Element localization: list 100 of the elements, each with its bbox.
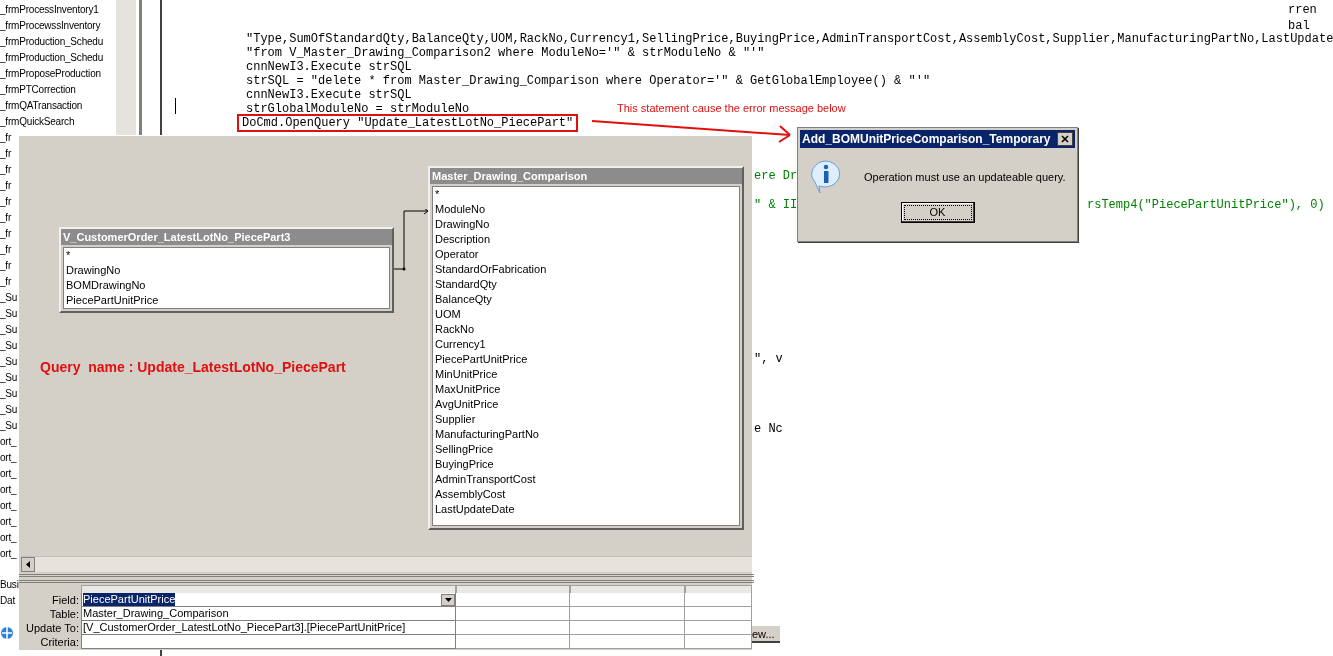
list-item[interactable]: _Su: [0, 418, 18, 434]
field-item[interactable]: BOMDrawingNo: [64, 278, 148, 293]
list-item[interactable]: _Su: [0, 402, 18, 418]
grid-cell[interactable]: [456, 621, 570, 635]
grid-cell[interactable]: [456, 607, 570, 621]
grid-cell[interactable]: [685, 635, 752, 649]
grid-cell[interactable]: Master_Drawing_Comparison: [81, 607, 456, 621]
join-line: [394, 209, 430, 271]
list-item[interactable]: ort_: [0, 482, 17, 498]
field-item[interactable]: PiecePartUnitPrice: [433, 352, 530, 367]
row-label: Field:: [51, 593, 79, 607]
field-item[interactable]: StandardQty: [433, 277, 499, 292]
list-item[interactable]: _Su: [0, 306, 18, 322]
list-item[interactable]: _fr: [0, 258, 12, 274]
code-text: rren: [1288, 3, 1317, 17]
list-item[interactable]: _frmProposeProduction: [0, 66, 101, 82]
list-item[interactable]: _frmProduction_Schedu: [0, 34, 104, 50]
code-line: "Type,SumOfStandardQty,BalanceQty,UOM,RackNo,Currency1,SellingPrice,BuyingPrice,AdminTransportCost,AssemblyCost,Supplier,ManufacturingPartNo,LastUpdate: [246, 32, 1333, 46]
list-item[interactable]: _frmProcewssInventory: [0, 18, 101, 34]
list-item[interactable]: _Su: [0, 338, 18, 354]
field-item[interactable]: *: [64, 248, 73, 263]
grid-cell[interactable]: [456, 593, 570, 607]
scrollbar[interactable]: [116, 0, 136, 135]
code-text: ere Dr: [754, 169, 798, 183]
list-item[interactable]: _Su: [0, 290, 18, 306]
list-item[interactable]: _Su: [0, 386, 18, 402]
field-item[interactable]: SellingPrice: [433, 442, 496, 457]
list-item[interactable]: _frmQATransaction: [0, 98, 83, 114]
grid-cell[interactable]: [456, 635, 570, 649]
list-item[interactable]: _fr: [0, 130, 12, 146]
grid-cell[interactable]: PiecePartUnitPrice: [81, 593, 456, 607]
field-item[interactable]: MinUnitPrice: [433, 367, 500, 382]
grid-cell[interactable]: [570, 607, 685, 621]
field-item[interactable]: DrawingNo: [64, 263, 123, 278]
field-item[interactable]: *: [433, 187, 442, 202]
dropdown-button[interactable]: [441, 593, 455, 606]
query-name-label: Query name : Update_LatestLotNo_PiecePart: [40, 358, 346, 377]
ok-button[interactable]: OK: [900, 202, 975, 223]
close-icon: [1061, 135, 1069, 143]
list-item[interactable]: ort_: [0, 514, 17, 530]
list-item[interactable]: ort_: [0, 546, 17, 562]
globe-icon[interactable]: [0, 626, 14, 640]
list-item[interactable]: _fr: [0, 194, 12, 210]
cell-text: Master_Drawing_Comparison: [83, 607, 229, 620]
field-item[interactable]: ModuleNo: [433, 202, 488, 217]
list-item[interactable]: _fr: [0, 178, 12, 194]
grid-cell[interactable]: [570, 593, 685, 607]
horizontal-scrollbar[interactable]: [21, 556, 752, 572]
field-item[interactable]: AvgUnitPrice: [433, 397, 501, 412]
field-item[interactable]: Operator: [433, 247, 481, 262]
field-item[interactable]: AssemblyCost: [433, 487, 508, 502]
list-item[interactable]: _fr: [0, 226, 12, 242]
dialog-title: Add_BOMUnitPriceComparison_Temporary: [802, 131, 1051, 148]
list-item[interactable]: Busi: [0, 577, 19, 593]
list-item[interactable]: _fr: [0, 242, 12, 258]
grid-cell[interactable]: [81, 635, 456, 649]
code-line: "from V_Master_Drawing_Comparison2 where ModuleNo='" & strModuleNo & "'": [246, 46, 765, 60]
column-header[interactable]: [570, 585, 685, 593]
list-item[interactable]: _Su: [0, 370, 18, 386]
list-item[interactable]: ort_: [0, 466, 17, 482]
scroll-left-button[interactable]: [21, 557, 35, 572]
list-item[interactable]: _fr: [0, 146, 12, 162]
grid-cell[interactable]: [570, 621, 685, 635]
code-text: rsTemp4("PiecePartUnitPrice"), 0): [1087, 198, 1325, 212]
list-item[interactable]: _frmProduction_Schedu: [0, 50, 104, 66]
field-item[interactable]: PiecePartUnitPrice: [64, 293, 161, 308]
field-item[interactable]: Supplier: [433, 412, 478, 427]
close-button[interactable]: [1057, 132, 1073, 146]
field-item[interactable]: StandardOrFabrication: [433, 262, 549, 277]
list-item[interactable]: Dat: [0, 593, 15, 609]
list-item[interactable]: ort_: [0, 498, 17, 514]
field-item[interactable]: DrawingNo: [433, 217, 492, 232]
field-item[interactable]: BuyingPrice: [433, 457, 496, 472]
field-item[interactable]: LastUpdateDate: [433, 502, 517, 517]
field-item[interactable]: BalanceQty: [433, 292, 494, 307]
list-item[interactable]: _fr: [0, 210, 12, 226]
column-header[interactable]: [685, 585, 752, 593]
field-item[interactable]: ManufacturingPartNo: [433, 427, 541, 442]
list-item[interactable]: _frmQuickSearch: [0, 114, 75, 130]
field-item[interactable]: Currency1: [433, 337, 488, 352]
list-item[interactable]: _frmProcessInventory1: [0, 2, 99, 18]
list-item[interactable]: ort_: [0, 450, 17, 466]
field-item[interactable]: UOM: [433, 307, 463, 322]
list-item[interactable]: _Su: [0, 322, 18, 338]
side-button[interactable]: ew...: [752, 626, 780, 643]
list-item[interactable]: _fr: [0, 162, 12, 178]
list-item[interactable]: ort_: [0, 434, 17, 450]
grid-cell[interactable]: [685, 607, 752, 621]
list-item[interactable]: _frmPTCorrection: [0, 82, 76, 98]
list-item[interactable]: _Su: [0, 354, 18, 370]
field-item[interactable]: Description: [433, 232, 493, 247]
field-item[interactable]: RackNo: [433, 322, 477, 337]
list-item[interactable]: ort_: [0, 530, 17, 546]
grid-cell[interactable]: [V_CustomerOrder_LatestLotNo_PiecePart3].[PiecePartUnitPrice]: [81, 621, 456, 635]
field-item[interactable]: MaxUnitPrice: [433, 382, 503, 397]
grid-cell[interactable]: [570, 635, 685, 649]
list-item[interactable]: _fr: [0, 274, 12, 290]
field-item[interactable]: AdminTransportCost: [433, 472, 538, 487]
grid-cell[interactable]: [685, 593, 752, 607]
grid-cell[interactable]: [685, 621, 752, 635]
